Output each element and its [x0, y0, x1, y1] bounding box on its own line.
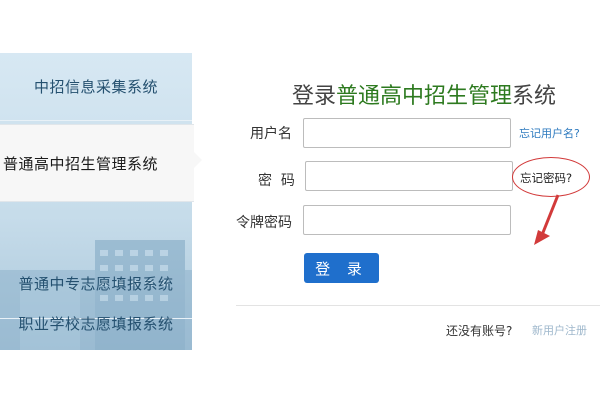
token-password-label: 令牌密码	[236, 215, 292, 231]
token-password-input[interactable]	[303, 205, 511, 235]
username-input[interactable]	[303, 118, 511, 148]
annotation-arrow-icon	[534, 194, 560, 245]
forgot-username-link[interactable]: 忘记用户名?	[519, 125, 580, 141]
sidebar-item-label: 职业学校志愿填报系统	[18, 315, 174, 333]
sidebar-item-label: 普通高中招生管理系统	[3, 154, 159, 173]
title-prefix: 登录	[292, 84, 337, 109]
page-title: 登录普通高中招生管理系统	[292, 78, 556, 110]
sidebar-item-label: 中招信息采集系统	[33, 78, 158, 96]
sidebar-item-high-school-admission[interactable]: 普通高中招生管理系统	[0, 124, 194, 202]
forgot-password-link[interactable]: 忘记密码?	[520, 170, 572, 186]
divider	[236, 305, 600, 306]
login-button[interactable]: 登 录	[304, 253, 379, 283]
username-label: 用户名	[250, 126, 292, 142]
no-account-text: 还没有账号?	[446, 324, 513, 338]
title-highlight: 普通高中招生管理	[336, 84, 513, 109]
register-link[interactable]: 新用户注册	[532, 322, 587, 338]
title-suffix: 系统	[512, 84, 557, 109]
sidebar-item-info-collection[interactable]: 中招信息采集系统	[0, 53, 192, 121]
sidebar-item-vocational-school[interactable]: 职业学校志愿填报系统	[0, 289, 192, 350]
active-indicator-arrow	[192, 150, 202, 170]
password-input[interactable]	[305, 161, 513, 191]
password-label: 密 码	[258, 173, 295, 189]
